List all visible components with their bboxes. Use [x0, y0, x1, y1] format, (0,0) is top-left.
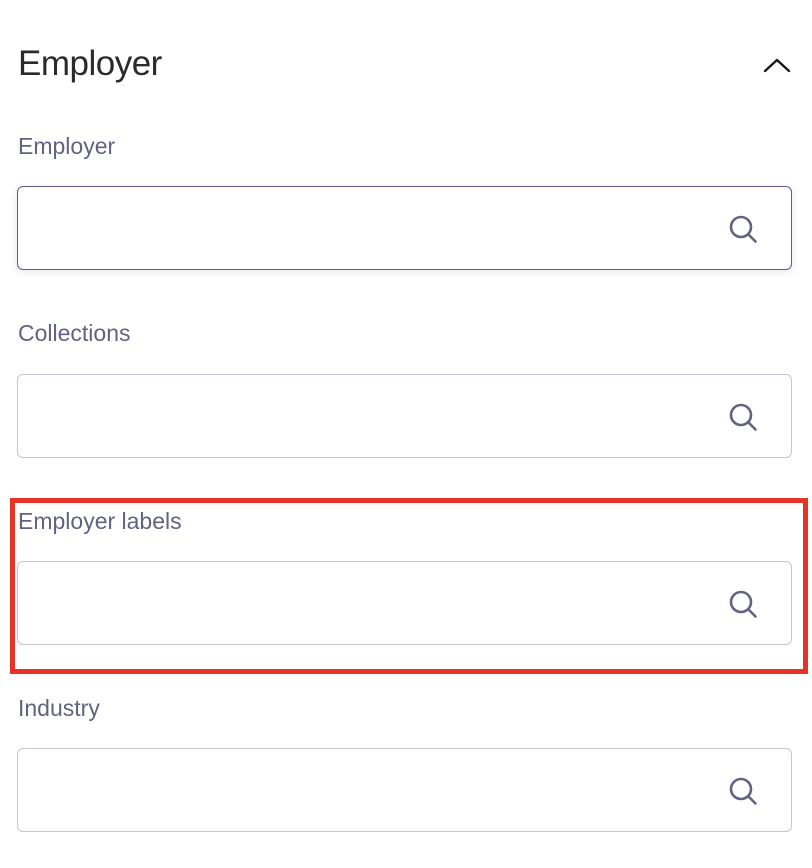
employer-field-label: Employer — [18, 133, 116, 159]
collections-field-label: Collections — [18, 320, 131, 346]
employer-section-header: Employer — [18, 40, 794, 90]
employer-search-field[interactable] — [17, 186, 792, 270]
search-icon[interactable] — [728, 214, 758, 244]
search-icon[interactable] — [728, 776, 758, 806]
employer-labels-search-field[interactable] — [17, 561, 792, 645]
industry-search-input[interactable] — [18, 749, 698, 831]
search-icon[interactable] — [728, 589, 758, 619]
industry-search-field[interactable] — [17, 748, 792, 832]
industry-field-label: Industry — [18, 695, 100, 721]
employer-labels-field-label: Employer labels — [18, 508, 182, 534]
collections-search-input[interactable] — [18, 375, 698, 457]
search-icon[interactable] — [728, 402, 758, 432]
chevron-up-icon — [763, 58, 791, 73]
employer-labels-search-input[interactable] — [18, 562, 698, 644]
employer-search-input[interactable] — [18, 187, 698, 269]
section-title: Employer — [18, 44, 162, 83]
collections-search-field[interactable] — [17, 374, 792, 458]
collapse-section-button[interactable] — [760, 50, 794, 80]
